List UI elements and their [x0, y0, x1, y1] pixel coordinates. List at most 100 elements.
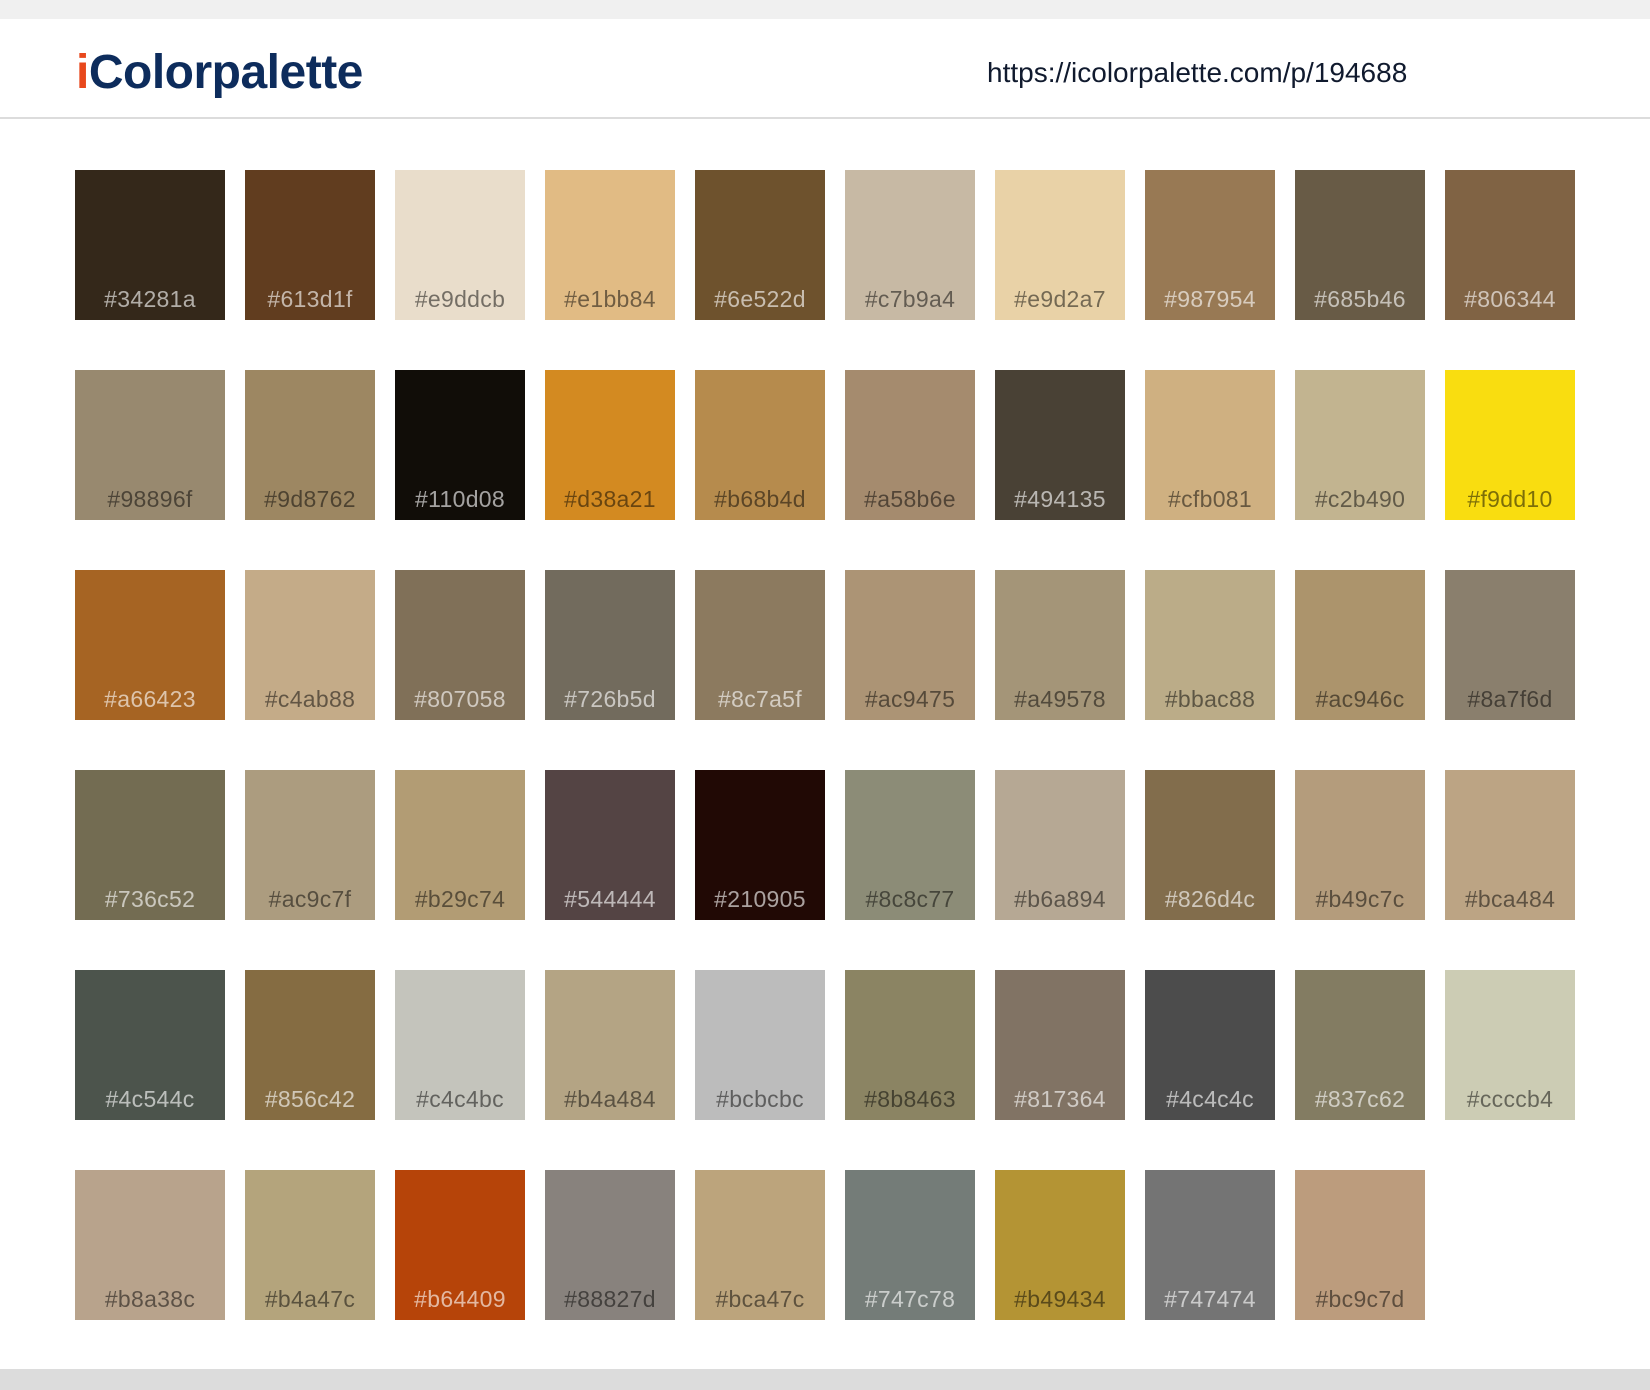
- color-swatch[interactable]: #210905: [695, 770, 825, 920]
- color-swatch[interactable]: #613d1f: [245, 170, 375, 320]
- swatch-hex-label: #b49c7c: [1315, 886, 1405, 912]
- swatch-hex-label: #856c42: [264, 1086, 356, 1112]
- color-swatch[interactable]: #bca484: [1445, 770, 1575, 920]
- site-logo[interactable]: iColorpalette: [76, 45, 363, 100]
- color-swatch[interactable]: #b8a38c: [75, 1170, 225, 1320]
- color-swatch[interactable]: #ccccb4: [1445, 970, 1575, 1120]
- color-swatch[interactable]: #806344: [1445, 170, 1575, 320]
- color-swatch[interactable]: #98896f: [75, 370, 225, 520]
- color-swatch[interactable]: #b4a484: [545, 970, 675, 1120]
- swatch-hex-label: #a66423: [104, 686, 196, 712]
- color-swatch[interactable]: #4c4c4c: [1145, 970, 1275, 1120]
- color-swatch[interactable]: #a58b6e: [845, 370, 975, 520]
- color-swatch[interactable]: #cfb081: [1145, 370, 1275, 520]
- swatch-hex-label: #8c7a5f: [718, 686, 802, 712]
- swatch-hex-label: #4c544c: [105, 1086, 195, 1112]
- swatch-hex-label: #736c52: [104, 886, 196, 912]
- color-swatch[interactable]: #b64409: [395, 1170, 525, 1320]
- color-swatch[interactable]: #a66423: [75, 570, 225, 720]
- color-swatch[interactable]: #4c544c: [75, 970, 225, 1120]
- swatch-hex-label: #bca484: [1464, 886, 1556, 912]
- swatch-hex-label: #b6a894: [1014, 886, 1106, 912]
- color-swatch[interactable]: #807058: [395, 570, 525, 720]
- color-swatch[interactable]: #9d8762: [245, 370, 375, 520]
- color-swatch[interactable]: #c2b490: [1295, 370, 1425, 520]
- color-swatch[interactable]: #817364: [995, 970, 1125, 1120]
- color-swatch[interactable]: #ac946c: [1295, 570, 1425, 720]
- color-swatch[interactable]: #b29c74: [395, 770, 525, 920]
- color-swatch[interactable]: #c7b9a4: [845, 170, 975, 320]
- color-swatch[interactable]: #f9dd10: [1445, 370, 1575, 520]
- swatch-hex-label: #747c78: [864, 1286, 956, 1312]
- swatch-hex-label: #c4c4bc: [416, 1086, 504, 1112]
- color-swatch[interactable]: #a49578: [995, 570, 1125, 720]
- swatch-hex-label: #e9ddcb: [414, 286, 506, 312]
- color-swatch[interactable]: #b49c7c: [1295, 770, 1425, 920]
- color-swatch[interactable]: #e9d2a7: [995, 170, 1125, 320]
- color-swatch[interactable]: #ac9c7f: [245, 770, 375, 920]
- color-swatch[interactable]: #bc9c7d: [1295, 1170, 1425, 1320]
- color-swatch[interactable]: #e1bb84: [545, 170, 675, 320]
- swatch-hex-label: #685b46: [1314, 286, 1406, 312]
- swatch-hex-label: #837c62: [1314, 1086, 1406, 1112]
- swatch-hex-label: #9d8762: [264, 486, 356, 512]
- palette-url: https://icolorpalette.com/p/194688: [987, 57, 1408, 88]
- swatch-hex-label: #ac946c: [1315, 686, 1405, 712]
- swatch-hex-label: #a49578: [1014, 686, 1106, 712]
- color-swatch[interactable]: #c4c4bc: [395, 970, 525, 1120]
- color-swatch[interactable]: #bcbcbc: [695, 970, 825, 1120]
- swatch-hex-label: #ac9c7f: [268, 886, 352, 912]
- swatch-hex-label: #e9d2a7: [1014, 286, 1106, 312]
- swatch-hex-label: #210905: [714, 886, 806, 912]
- color-swatch[interactable]: #685b46: [1295, 170, 1425, 320]
- color-swatch[interactable]: #ac9475: [845, 570, 975, 720]
- color-swatch[interactable]: #747474: [1145, 1170, 1275, 1320]
- color-swatch[interactable]: #b4a47c: [245, 1170, 375, 1320]
- color-swatch[interactable]: #837c62: [1295, 970, 1425, 1120]
- color-swatch[interactable]: #c4ab88: [245, 570, 375, 720]
- color-swatch[interactable]: #b6a894: [995, 770, 1125, 920]
- color-swatch[interactable]: #826d4c: [1145, 770, 1275, 920]
- swatch-hex-label: #817364: [1014, 1086, 1106, 1112]
- swatch-hex-label: #987954: [1164, 286, 1256, 312]
- color-swatch[interactable]: #544444: [545, 770, 675, 920]
- color-swatch[interactable]: #736c52: [75, 770, 225, 920]
- color-swatch[interactable]: #e9ddcb: [395, 170, 525, 320]
- swatch-hex-label: #8b8463: [864, 1086, 956, 1112]
- color-swatch[interactable]: #bbac88: [1145, 570, 1275, 720]
- color-swatch[interactable]: #8b8463: [845, 970, 975, 1120]
- color-swatch[interactable]: #747c78: [845, 1170, 975, 1320]
- color-swatch[interactable]: #b49434: [995, 1170, 1125, 1320]
- color-swatch[interactable]: #8c8c77: [845, 770, 975, 920]
- color-swatch[interactable]: #494135: [995, 370, 1125, 520]
- swatch-hex-label: #613d1f: [267, 286, 353, 312]
- swatch-hex-label: #a58b6e: [864, 486, 956, 512]
- swatch-hex-label: #bca47c: [715, 1286, 805, 1312]
- color-swatch[interactable]: #6e522d: [695, 170, 825, 320]
- swatch-hex-label: #c2b490: [1314, 486, 1406, 512]
- color-swatch[interactable]: #110d08: [395, 370, 525, 520]
- logo-initial: i: [76, 46, 89, 99]
- swatch-hex-label: #747474: [1164, 1286, 1256, 1312]
- swatch-hex-label: #8c8c77: [865, 886, 955, 912]
- color-swatch[interactable]: #88827d: [545, 1170, 675, 1320]
- color-swatch[interactable]: #8c7a5f: [695, 570, 825, 720]
- swatch-hex-label: #bbac88: [1164, 686, 1256, 712]
- swatch-hex-label: #494135: [1014, 486, 1106, 512]
- swatch-hex-label: #ac9475: [864, 686, 956, 712]
- color-swatch[interactable]: #726b5d: [545, 570, 675, 720]
- swatch-hex-label: #4c4c4c: [1166, 1086, 1254, 1112]
- color-swatch[interactable]: #b68b4d: [695, 370, 825, 520]
- color-swatch[interactable]: #987954: [1145, 170, 1275, 320]
- color-swatch[interactable]: #d38a21: [545, 370, 675, 520]
- color-swatch[interactable]: #bca47c: [695, 1170, 825, 1320]
- swatch-hex-label: #98896f: [107, 486, 193, 512]
- color-swatch[interactable]: #856c42: [245, 970, 375, 1120]
- logo-text: Colorpalette: [88, 46, 364, 99]
- color-swatch[interactable]: #8a7f6d: [1445, 570, 1575, 720]
- color-swatch[interactable]: #34281a: [75, 170, 225, 320]
- swatch-hex-label: #b29c74: [414, 886, 506, 912]
- swatch-hex-label: #b4a484: [564, 1086, 656, 1112]
- swatch-hex-label: #110d08: [415, 486, 505, 512]
- swatch-hex-label: #c7b9a4: [864, 286, 956, 312]
